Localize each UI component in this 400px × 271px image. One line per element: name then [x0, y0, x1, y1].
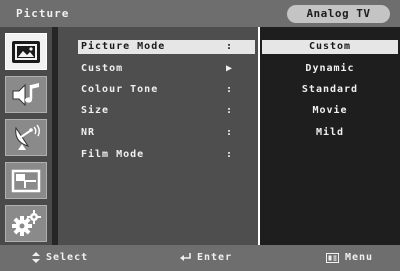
help-bar: Select Enter Menu: [0, 245, 400, 271]
settings-icon: [12, 209, 41, 236]
menu-item-marker: :: [225, 84, 233, 95]
menu-item-label: Colour Tone: [81, 84, 159, 95]
tv-osd-screen: Picture Analog TV Picture Mode: Custom …: [0, 0, 400, 271]
sidebar-item-sound[interactable]: [5, 76, 47, 113]
source-badge: Analog TV: [287, 5, 390, 23]
category-sidebar: [0, 27, 52, 245]
title-bar: Picture Analog TV: [0, 0, 400, 27]
enter-hint: Enter: [180, 252, 232, 263]
menu-item-colour-tone[interactable]: Colour Tone :: [78, 83, 255, 97]
menu-item-label: Size: [81, 105, 110, 116]
picture-icon: [12, 40, 40, 63]
enter-icon: [180, 253, 191, 261]
option-standard[interactable]: Standard: [260, 83, 400, 97]
enter-hint-label: Enter: [197, 252, 233, 263]
menu-item-marker: :: [225, 41, 233, 52]
select-hint: Select: [32, 252, 88, 263]
sidebar-item-channel[interactable]: [5, 119, 47, 156]
channel-icon: [15, 124, 40, 150]
menu-hint: Menu: [326, 252, 373, 263]
menu-item-label: Custom: [81, 63, 124, 74]
menu-item-film-mode[interactable]: Film Mode :: [78, 148, 255, 162]
sidebar-item-picture[interactable]: [5, 33, 47, 70]
menu-icon: [326, 252, 339, 263]
menu-item-label: Film Mode: [81, 149, 145, 160]
option-movie[interactable]: Movie: [260, 104, 400, 118]
sidebar-item-setup[interactable]: [5, 162, 47, 199]
menu-item-size[interactable]: Size :: [78, 104, 255, 118]
menu-item-label: NR: [81, 127, 96, 138]
menu-item-label: Picture Mode: [81, 41, 166, 52]
menu-title: Picture: [16, 7, 70, 20]
menu-item-picture-mode[interactable]: Picture Mode :: [78, 40, 255, 54]
option-list: Custom Dynamic Standard Movie Mild: [260, 27, 400, 245]
settings-list: Picture Mode : Custom ▶ Colour Tone : Si…: [58, 27, 258, 245]
menu-item-marker: :: [225, 127, 233, 138]
menu-item-marker: :: [225, 105, 233, 116]
option-custom[interactable]: Custom: [262, 40, 398, 54]
option-mild[interactable]: Mild: [260, 126, 400, 140]
submenu-arrow-icon: ▶: [225, 63, 233, 74]
menu-item-marker: :: [225, 149, 233, 160]
menu-hint-label: Menu: [345, 252, 374, 263]
sound-icon: [12, 82, 39, 106]
sidebar-item-settings[interactable]: [5, 205, 47, 242]
menu-item-custom[interactable]: Custom ▶: [78, 62, 255, 76]
select-hint-label: Select: [46, 252, 89, 263]
menu-item-nr[interactable]: NR :: [78, 126, 255, 140]
updown-icon: [32, 252, 40, 263]
setup-icon: [11, 169, 41, 192]
option-dynamic[interactable]: Dynamic: [260, 62, 400, 76]
